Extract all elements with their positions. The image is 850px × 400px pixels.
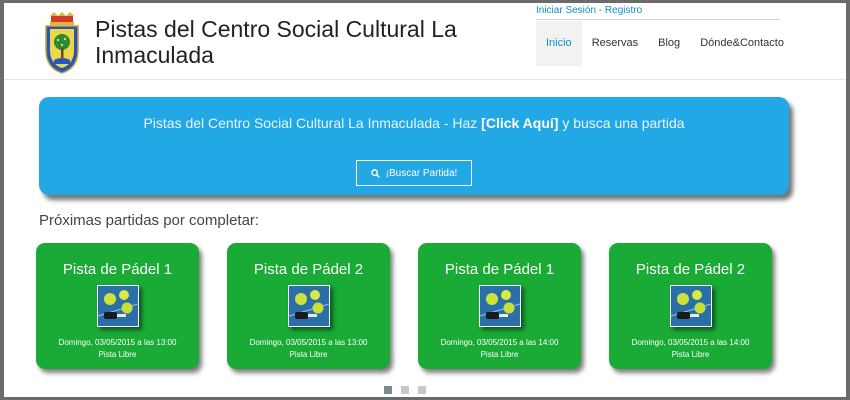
match-card[interactable]: Pista de Pádel 2 Domingo, 03/05/2015 a l… xyxy=(609,243,772,369)
site-title[interactable]: Pistas del Centro Social Cultural La Inm… xyxy=(95,16,495,68)
search-match-button[interactable]: ¡Buscar Partida! xyxy=(356,160,472,186)
search-banner[interactable]: Pistas del Centro Social Cultural La Inm… xyxy=(39,97,789,195)
card-date: Domingo, 03/05/2015 a las 14:00 xyxy=(631,338,750,347)
card-date: Domingo, 03/05/2015 a las 13:00 xyxy=(249,338,368,347)
link-separator: - xyxy=(596,5,605,16)
padel-balls-icon xyxy=(670,285,712,327)
account-links: Iniciar Sesión - Registro xyxy=(536,5,780,20)
card-status: Pista Libre xyxy=(289,350,328,359)
carousel-pagination xyxy=(384,386,426,394)
search-match-button-label: ¡Buscar Partida! xyxy=(385,167,458,179)
coat-of-arms-icon[interactable] xyxy=(42,12,82,74)
site-title-line2: Inmaculada xyxy=(95,42,214,68)
padel-balls-icon xyxy=(479,285,521,327)
carousel-dot-2[interactable] xyxy=(401,386,409,394)
register-link[interactable]: Registro xyxy=(605,5,642,16)
card-status: Pista Libre xyxy=(480,350,519,359)
login-link[interactable]: Iniciar Sesión xyxy=(536,5,596,16)
card-date: Domingo, 03/05/2015 a las 13:00 xyxy=(58,338,177,347)
header: Pistas del Centro Social Cultural La Inm… xyxy=(4,3,846,80)
match-card[interactable]: Pista de Pádel 2 Domingo, 03/05/2015 a l… xyxy=(227,243,390,369)
banner-click-here-link[interactable]: [Click Aquí] xyxy=(481,115,558,131)
padel-balls-icon xyxy=(288,285,330,327)
banner-text-suffix: y busca una partida xyxy=(558,115,685,131)
card-status: Pista Libre xyxy=(671,350,710,359)
match-card[interactable]: Pista de Pádel 1 Domingo, 03/05/2015 a l… xyxy=(36,243,199,369)
card-date: Domingo, 03/05/2015 a las 14:00 xyxy=(440,338,559,347)
padel-balls-icon xyxy=(97,285,139,327)
nav-item-reservas[interactable]: Reservas xyxy=(582,21,648,66)
nav-item-contacto[interactable]: Dónde&Contacto xyxy=(690,21,794,66)
nav-item-inicio[interactable]: Inicio xyxy=(536,21,582,66)
card-title: Pista de Pádel 1 xyxy=(62,261,173,278)
search-icon xyxy=(370,168,380,178)
carousel-dot-3[interactable] xyxy=(418,386,426,394)
card-title: Pista de Pádel 2 xyxy=(635,261,746,278)
match-card[interactable]: Pista de Pádel 1 Domingo, 03/05/2015 a l… xyxy=(418,243,581,369)
carousel-dot-1[interactable] xyxy=(384,386,392,394)
banner-text-prefix: Pistas del Centro Social Cultural La Inm… xyxy=(143,115,482,131)
card-title: Pista de Pádel 2 xyxy=(253,261,364,278)
page: Pistas del Centro Social Cultural La Inm… xyxy=(4,3,846,397)
main-nav: Inicio Reservas Blog Dónde&Contacto xyxy=(536,21,794,66)
section-title: Próximas partidas por completar: xyxy=(39,212,260,229)
nav-item-blog[interactable]: Blog xyxy=(648,21,690,66)
card-status: Pista Libre xyxy=(98,350,137,359)
site-title-line1: Pistas del Centro Social Cultural La xyxy=(95,16,457,42)
banner-text: Pistas del Centro Social Cultural La Inm… xyxy=(39,115,789,131)
card-title: Pista de Pádel 1 xyxy=(444,261,555,278)
